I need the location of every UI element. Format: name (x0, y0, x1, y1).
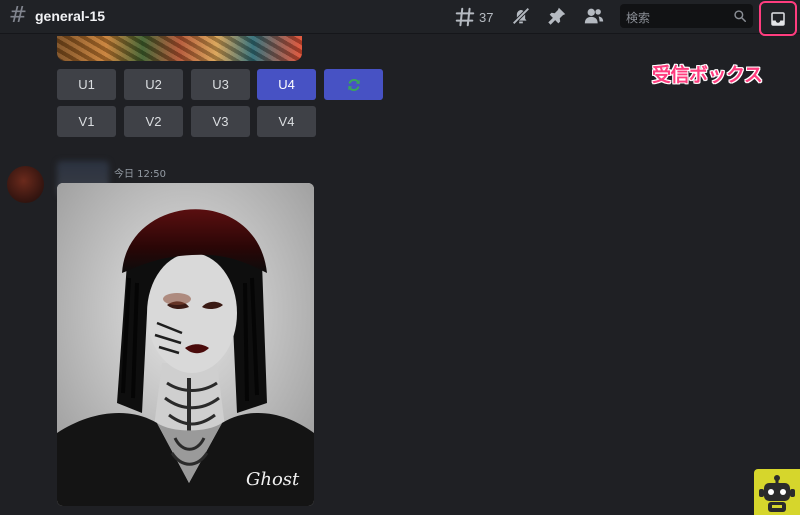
threads-icon (455, 7, 475, 27)
inbox-button[interactable] (759, 1, 797, 36)
bell-muted-icon[interactable] (510, 5, 532, 27)
channel-header: # general-15 37 検索 (0, 0, 800, 34)
u1-button[interactable]: U1 (57, 69, 116, 100)
v2-button[interactable]: V2 (124, 106, 183, 137)
u4-button[interactable]: U4 (257, 69, 316, 100)
hash-icon: # (8, 3, 28, 28)
inbox-annotation-label: 受信ボックス (652, 64, 763, 86)
pin-icon[interactable] (546, 5, 568, 27)
search-icon (734, 10, 746, 22)
image-signature: Ghost (246, 469, 300, 490)
avatar[interactable] (7, 166, 44, 203)
v1-button[interactable]: V1 (57, 106, 116, 137)
reroll-button[interactable] (324, 69, 383, 100)
search-placeholder: 検索 (626, 11, 651, 25)
refresh-icon (347, 78, 360, 91)
inbox-icon (771, 12, 785, 26)
u3-button[interactable]: U3 (191, 69, 250, 100)
robot-icon (759, 475, 795, 512)
threads-count: 37 (479, 9, 494, 25)
threads-button[interactable]: 37 (454, 6, 493, 28)
message-timestamp: 今日 12:50 (114, 169, 166, 180)
generated-portrait-image[interactable]: Ghost (57, 183, 314, 506)
u2-button[interactable]: U2 (124, 69, 183, 100)
members-icon[interactable] (583, 5, 605, 27)
v4-button[interactable]: V4 (257, 106, 316, 137)
robot-badge (754, 469, 800, 515)
v3-button[interactable]: V3 (191, 106, 250, 137)
previous-image[interactable] (57, 36, 302, 61)
search-input[interactable]: 検索 (620, 4, 753, 28)
channel-name: general-15 (35, 8, 106, 24)
portrait-illustration (57, 183, 314, 506)
